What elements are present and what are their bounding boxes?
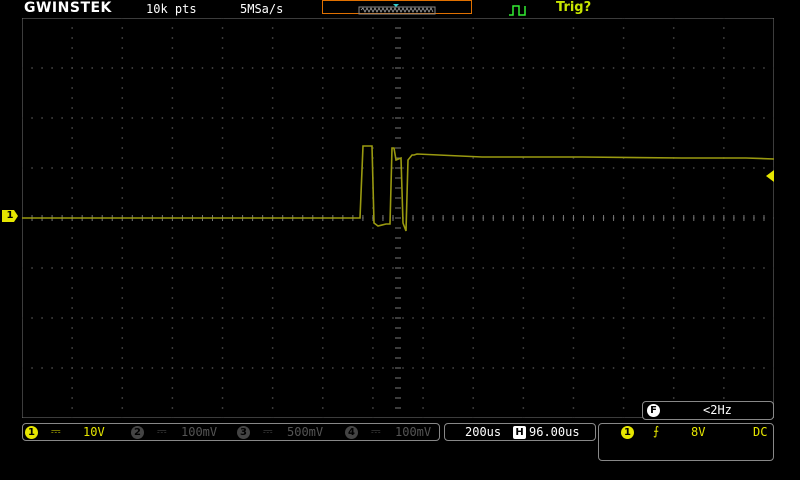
channel-4-badge[interactable]: 4 <box>345 426 358 439</box>
memory-overview-icon <box>322 0 472 15</box>
timebase-scale[interactable]: 200us <box>465 425 501 439</box>
channel-1-ground-marker[interactable]: 1 <box>2 210 18 222</box>
trigger-status: Trig? <box>556 0 592 15</box>
frequency-icon: F <box>647 404 660 417</box>
dc-coupling-icon: ⎓ <box>371 424 381 438</box>
trigger-level[interactable]: 8V <box>691 425 705 439</box>
channel-1-scale[interactable]: 10V <box>83 425 105 439</box>
timebase-box[interactable]: 200us H 96.00us <box>444 423 596 441</box>
sample-rate: 5MSa/s <box>240 2 284 16</box>
dc-coupling-icon: ⎓ <box>157 424 167 438</box>
dc-coupling-icon: ⎓ <box>51 424 61 438</box>
rising-edge-icon: ⨍ <box>653 424 660 438</box>
trigger-coupling[interactable]: DC <box>753 425 767 439</box>
channel-2-scale[interactable]: 100mV <box>181 425 217 439</box>
trigger-source-badge[interactable]: 1 <box>621 426 634 439</box>
channel-scale-bar: 1 ⎓ 10V 2 ⎓ 100mV 3 ⎓ 500mV 4 ⎓ 100mV <box>22 423 440 441</box>
top-status-bar: GWINSTEK 10k pts 5MSa/s Trig? <box>0 0 800 18</box>
trigger-waveform-icon <box>508 2 528 16</box>
timebase-position[interactable]: 96.00us <box>529 425 580 439</box>
channel-3-scale[interactable]: 500mV <box>287 425 323 439</box>
trigger-info-box[interactable]: 1 ⨍ 8V DC <box>598 423 774 461</box>
memory-depth: 10k pts <box>146 2 197 16</box>
brand-logo: GWINSTEK <box>24 0 112 16</box>
waveform-display[interactable] <box>22 18 774 418</box>
channel-2-badge[interactable]: 2 <box>131 426 144 439</box>
horizontal-position-icon: H <box>513 426 526 439</box>
channel-3-badge[interactable]: 3 <box>237 426 250 439</box>
frequency-counter: F <2Hz <box>642 401 774 420</box>
channel-4-scale[interactable]: 100mV <box>395 425 431 439</box>
dc-coupling-icon: ⎓ <box>263 424 273 438</box>
channel-1-badge[interactable]: 1 <box>25 426 38 439</box>
frequency-value: <2Hz <box>703 403 732 417</box>
